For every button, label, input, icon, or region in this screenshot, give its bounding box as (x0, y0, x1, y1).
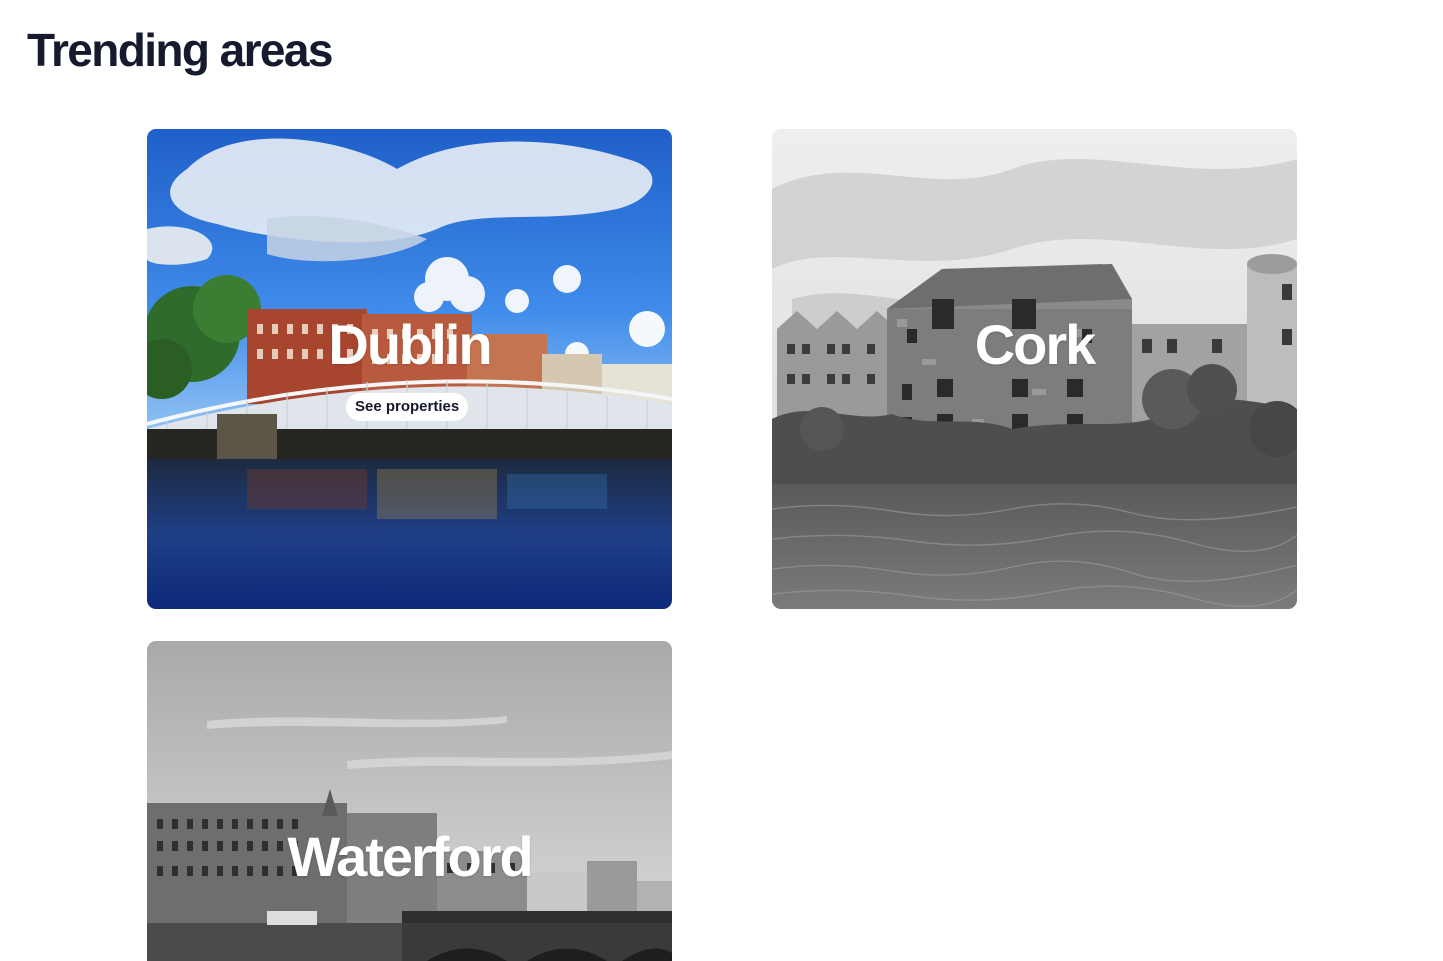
area-card-cork[interactable]: Cork (772, 129, 1297, 609)
area-name-dublin: Dublin (328, 313, 492, 376)
area-card-dublin[interactable]: Dublin See properties (147, 129, 672, 609)
area-name-cork: Cork (974, 313, 1097, 376)
section-header: Trending areas (27, 24, 333, 78)
see-properties-button[interactable]: See properties (346, 393, 469, 421)
area-card-waterford[interactable]: Waterford (147, 641, 672, 961)
area-name-waterford: Waterford (287, 825, 533, 888)
waterford-photo (147, 641, 672, 961)
page-title: Trending areas (27, 24, 333, 76)
